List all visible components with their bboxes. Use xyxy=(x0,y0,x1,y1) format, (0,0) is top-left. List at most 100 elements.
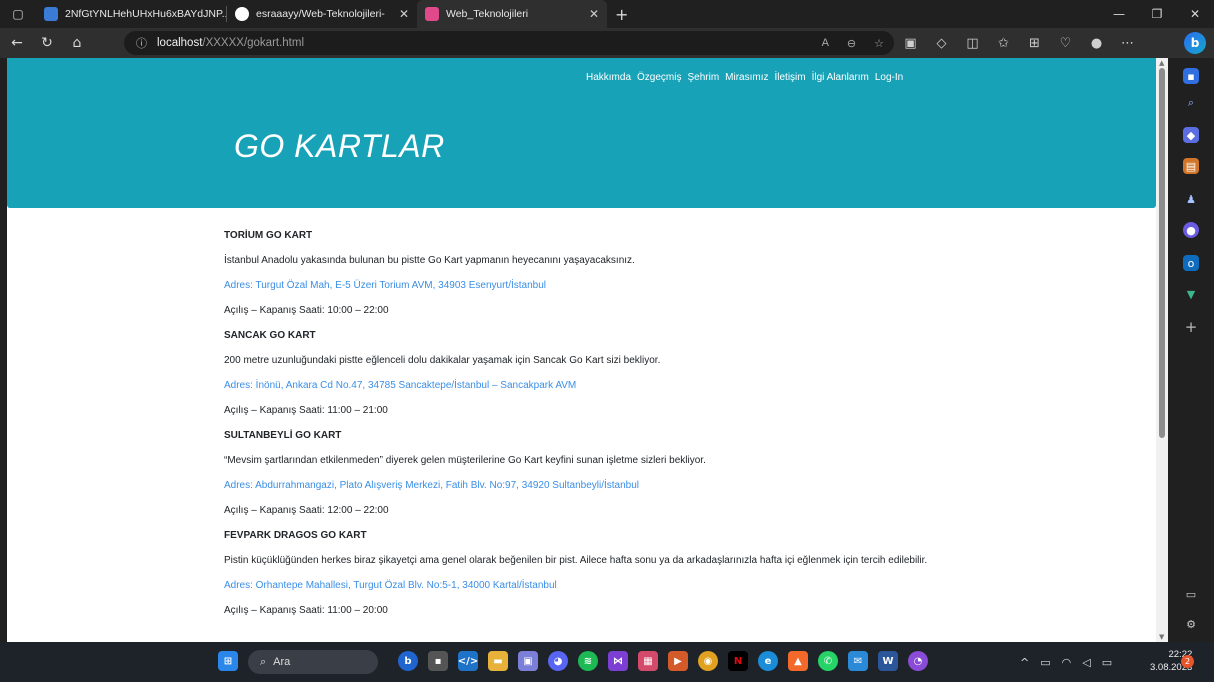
copilot-icon[interactable]: ◇ xyxy=(926,28,957,58)
nav-link-ilgi-alanlarim[interactable]: İlgi Alanlarım xyxy=(812,72,869,83)
tab-title: 2NfGtYNLHehUHxHu6xBAYdJNP... xyxy=(65,8,226,20)
home-icon[interactable]: ⌂ xyxy=(64,30,90,56)
block-title: FEVPARK DRAGOS GO KART xyxy=(224,530,367,541)
nav-link-sehrim[interactable]: Şehrim xyxy=(687,72,719,83)
mail-icon[interactable]: ✉ xyxy=(848,651,868,671)
notification-badge[interactable]: 2 xyxy=(1181,655,1194,668)
calendar-icon[interactable]: ▦ xyxy=(638,651,658,671)
split-screen-icon[interactable]: ◫ xyxy=(957,28,988,58)
favorites-icon[interactable]: ✩ xyxy=(988,28,1019,58)
opening-hours: Açılış – Kapanış Saati: 11:00 – 20:00 xyxy=(224,605,388,616)
tray-expand-icon[interactable]: ^ xyxy=(1020,656,1029,669)
favorite-star-icon[interactable]: ☆ xyxy=(874,37,884,50)
page-viewport: Hakkımda Özgeçmiş Şehrim Mirasımız İleti… xyxy=(7,58,1156,642)
close-icon[interactable]: ✕ xyxy=(391,7,409,21)
info-icon[interactable]: ⓘ xyxy=(136,35,147,51)
netflix-icon[interactable]: N xyxy=(728,651,748,671)
taskbar-search[interactable]: ⌕ Ara xyxy=(248,650,378,674)
refresh-icon[interactable]: ↻ xyxy=(34,30,60,56)
performance-icon[interactable]: ♡ xyxy=(1050,28,1081,58)
people-icon[interactable]: ♟ xyxy=(1183,191,1199,207)
wifi-icon[interactable]: ◠ xyxy=(1062,656,1072,669)
close-window-icon[interactable]: ✕ xyxy=(1176,0,1214,28)
nav-link-iletisim[interactable]: İletişim xyxy=(775,72,806,83)
nav-link-ozgecmis[interactable]: Özgeçmiş xyxy=(637,72,681,83)
photos-icon[interactable]: ▲ xyxy=(788,651,808,671)
read-aloud-icon[interactable]: A xyxy=(822,37,829,49)
github-desktop-icon[interactable]: ◔ xyxy=(908,651,928,671)
shopping-icon[interactable]: ◆ xyxy=(1183,127,1199,143)
media-player-icon[interactable]: ▶ xyxy=(668,651,688,671)
nav-link-hakkimda[interactable]: Hakkımda xyxy=(586,72,631,83)
extension-icon[interactable]: ▣ xyxy=(895,28,926,58)
close-icon[interactable]: ✕ xyxy=(581,7,599,21)
kart-block: SANCAK GO KART 200 metre uzunluğundaki p… xyxy=(224,328,954,417)
nav-link-login[interactable]: Log-In xyxy=(875,72,903,83)
restore-icon[interactable]: ❐ xyxy=(1138,0,1176,28)
copilot-sidebar-icon[interactable]: ● xyxy=(1183,222,1199,238)
outlook-icon[interactable]: o xyxy=(1183,255,1199,271)
app-icon[interactable]: ▣ xyxy=(518,651,538,671)
chrome-icon[interactable]: ◉ xyxy=(698,651,718,671)
notification-icon[interactable]: ▪ xyxy=(1183,68,1199,84)
address-link[interactable]: Adres: İnönü, Ankara Cd No.47, 34785 San… xyxy=(224,379,954,392)
vscode-icon[interactable]: </> xyxy=(458,651,478,671)
windows-start-icon[interactable]: ⊞ xyxy=(218,651,238,671)
copilot-taskbar-icon[interactable]: b xyxy=(398,651,418,671)
tools-icon[interactable]: ▤ xyxy=(1183,158,1199,174)
word-icon[interactable]: W xyxy=(878,651,898,671)
zoom-icon[interactable]: ⊖ xyxy=(847,37,856,50)
more-menu-icon[interactable]: ⋯ xyxy=(1112,28,1143,58)
address-link[interactable]: Adres: Orhantepe Mahallesi, Turgut Özal … xyxy=(224,579,954,592)
scroll-up-icon[interactable]: ▲ xyxy=(1159,59,1164,67)
kart-block: TORİUM GO KART İstanbul Anadolu yakasınd… xyxy=(224,228,954,317)
drop-icon[interactable]: ▼ xyxy=(1183,286,1199,302)
search-label: Ara xyxy=(273,656,291,668)
address-toolbar: ← ↻ ⌂ ⓘ localhost /XXXXX/gokart.html A ⊖… xyxy=(0,28,1214,58)
hide-sidebar-icon[interactable]: ▭ xyxy=(1183,586,1199,602)
visual-studio-icon[interactable]: ⋈ xyxy=(608,651,628,671)
block-description: “Mevsim şartlarından etkilenmeden” diyer… xyxy=(224,455,706,466)
volume-icon[interactable]: ◁ xyxy=(1082,656,1090,669)
hero-header: Hakkımda Özgeçmiş Şehrim Mirasımız İleti… xyxy=(7,58,1156,208)
tab-3-active[interactable]: Web_Teknolojileri ✕ xyxy=(417,0,607,28)
file-explorer-icon[interactable]: ▬ xyxy=(488,651,508,671)
task-view-icon[interactable]: ▪ xyxy=(428,651,448,671)
opening-hours: Açılış – Kapanış Saati: 11:00 – 21:00 xyxy=(224,405,388,416)
bing-chat-icon[interactable]: b xyxy=(1184,32,1206,54)
page-scrollbar[interactable]: ▲ ▼ xyxy=(1156,58,1168,642)
settings-gear-icon[interactable]: ⚙ xyxy=(1183,616,1199,632)
kart-block: SULTANBEYLİ GO KART “Mevsim şartlarından… xyxy=(224,428,954,517)
toolbar-icons: ▣ ◇ ◫ ✩ ⊞ ♡ ● ⋯ xyxy=(895,28,1143,58)
edge-icon[interactable]: e xyxy=(758,651,778,671)
keyboard-icon[interactable]: ▭ xyxy=(1040,656,1050,669)
spotify-icon[interactable]: ≋ xyxy=(578,651,598,671)
address-link[interactable]: Adres: Abdurrahmangazi, Plato Alışveriş … xyxy=(224,479,954,492)
address-bar[interactable]: ⓘ localhost /XXXXX/gokart.html A ⊖ ☆ xyxy=(124,31,894,55)
whatsapp-icon[interactable]: ✆ xyxy=(818,651,838,671)
tab-2[interactable]: esraaayy/Web-Teknolojileri- ✕ xyxy=(227,0,417,28)
scroll-down-icon[interactable]: ▼ xyxy=(1159,633,1164,641)
tab-1[interactable]: 2NfGtYNLHehUHxHu6xBAYdJNP... ✕ xyxy=(36,0,226,28)
discord-icon[interactable]: ◕ xyxy=(548,651,568,671)
url-path: /XXXXX/gokart.html xyxy=(202,37,305,49)
tab-actions-icon[interactable]: ▢ xyxy=(0,0,36,28)
minimize-icon[interactable]: — xyxy=(1100,0,1138,28)
taskbar: ⊞ ⌕ Ara b ▪ </> ▬ ▣ ◕ ≋ ⋈ ▦ ▶ ◉ N e ▲ ✆ … xyxy=(0,642,1214,682)
collections-icon[interactable]: ⊞ xyxy=(1019,28,1050,58)
battery-icon[interactable]: ▭ xyxy=(1102,656,1112,669)
edge-sidebar: ▪ ⌕ ◆ ▤ ♟ ● o ▼ + ▭ ⚙ xyxy=(1170,58,1214,642)
profile-avatar-icon[interactable]: ● xyxy=(1081,28,1112,58)
address-link[interactable]: Adres: Turgut Özal Mah, E-5 Üzeri Torium… xyxy=(224,279,954,292)
nav-link-mirasimiz[interactable]: Mirasımız xyxy=(725,72,768,83)
block-title: SULTANBEYLİ GO KART xyxy=(224,430,342,441)
window-controls: — ❐ ✕ xyxy=(1100,0,1214,28)
add-icon[interactable]: + xyxy=(1183,318,1199,336)
back-icon[interactable]: ← xyxy=(4,30,30,56)
site-favicon-icon xyxy=(425,7,439,21)
scrollbar-thumb[interactable] xyxy=(1159,68,1165,438)
new-tab-button[interactable]: + xyxy=(607,5,636,24)
page-title: GO KARTLAR xyxy=(234,128,445,164)
search-icon[interactable]: ⌕ xyxy=(1183,95,1199,111)
block-title: TORİUM GO KART xyxy=(224,230,313,241)
